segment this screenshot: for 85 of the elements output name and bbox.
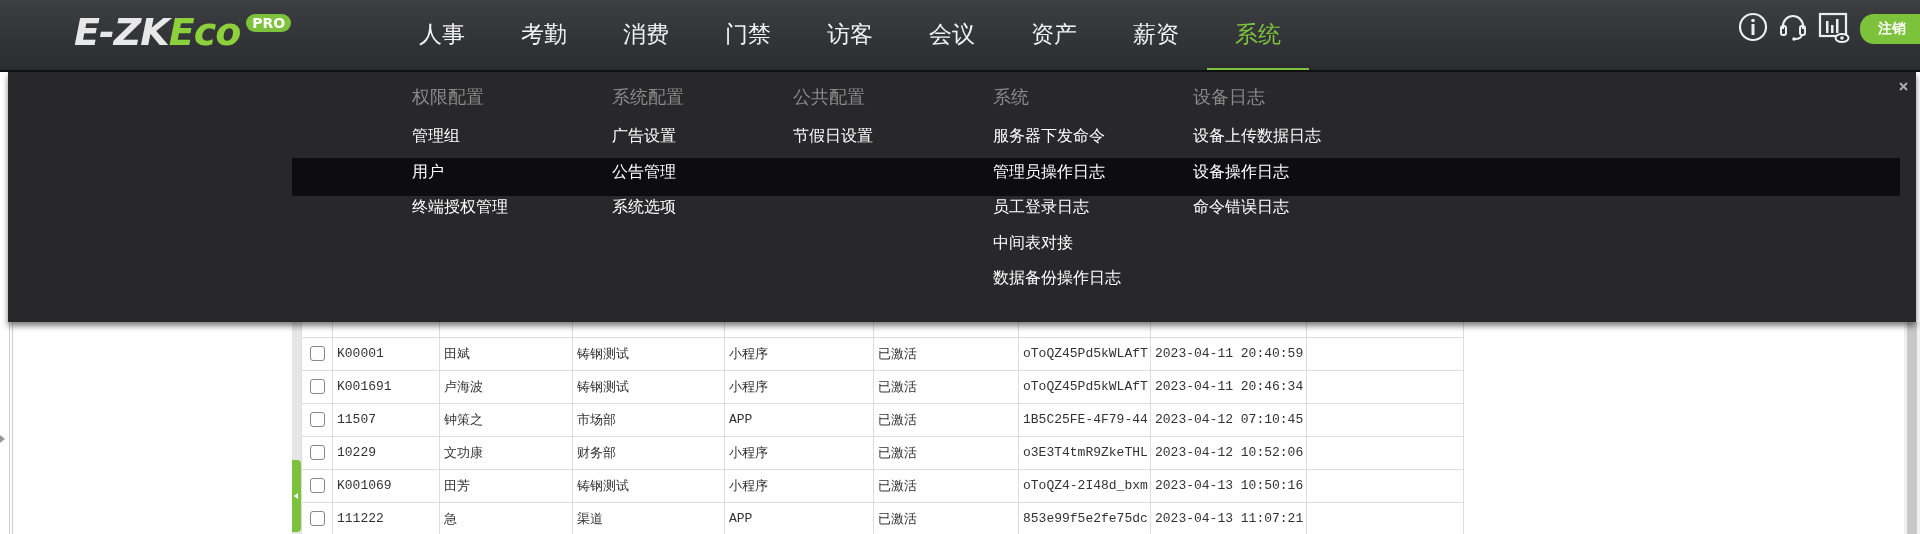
nav-tab[interactable]: 人事 xyxy=(391,0,493,70)
table-cell-text: 田斌 xyxy=(444,345,470,363)
table-cell: oToQZ45Pd5kWLAfT xyxy=(1023,379,1148,394)
nav-tab[interactable]: 访客 xyxy=(799,0,901,70)
menu-item[interactable]: 节假日设置 xyxy=(793,118,873,154)
nav-tab[interactable]: 门禁 xyxy=(697,0,799,70)
table-cell-text: 小程序 xyxy=(729,378,768,396)
table-cell-text: 铸钢测试 xyxy=(577,345,629,363)
table-cell: 111222 xyxy=(337,511,384,526)
table-cell: K001691 xyxy=(337,379,392,394)
table-cell-text: 卢海波 xyxy=(444,378,483,396)
row-checkbox[interactable] xyxy=(309,445,325,461)
table-cell: o3E3T4tmR9ZkeTHL xyxy=(1023,445,1148,460)
table-cell-text: 已激活 xyxy=(878,345,917,363)
close-icon[interactable] xyxy=(1899,82,1908,91)
table-cell: 2023-04-13 10:50:16 xyxy=(1155,478,1304,493)
nav-tab[interactable]: 考勤 xyxy=(493,0,595,70)
table-cell-text: 急 xyxy=(444,510,457,528)
row-checkbox[interactable] xyxy=(309,478,325,494)
table-cell-text: 小程序 xyxy=(729,444,768,462)
menu-group-title: 公共配置 xyxy=(793,86,865,107)
nav-tab[interactable]: 薪资 xyxy=(1105,0,1207,70)
nav-tab[interactable]: 系统 xyxy=(1207,0,1309,70)
table-cell-text: 已激活 xyxy=(878,510,917,528)
table-cell-text: 渠道 xyxy=(577,510,603,528)
nav-tab[interactable]: 资产 xyxy=(1003,0,1105,70)
row-checkbox[interactable] xyxy=(309,511,325,527)
row-checkbox[interactable] xyxy=(309,412,325,428)
table-cell-text: 铸钢测试 xyxy=(577,477,629,495)
menu-item[interactable]: 中间表对接 xyxy=(993,224,1073,260)
table-cell: 2023-04-12 07:10:45 xyxy=(1155,412,1304,427)
table-cell: oToQZ45Pd5kWLAfT xyxy=(1023,346,1148,361)
menu-item[interactable]: 设备操作日志 xyxy=(1193,153,1289,189)
menu-item[interactable]: 用户 xyxy=(412,153,444,189)
table-cell: 10229 xyxy=(337,445,376,460)
table-cell: 2023-04-13 11:07:21 xyxy=(1155,511,1304,526)
table-cell-text: 田芳 xyxy=(444,477,470,495)
table-cell-text: 财务部 xyxy=(577,444,616,462)
menu-item[interactable]: 广告设置 xyxy=(612,118,676,154)
monitor-eye-icon[interactable] xyxy=(1818,12,1850,44)
menu-item[interactable]: 系统选项 xyxy=(612,189,676,225)
table-cell: K00001 xyxy=(337,346,384,361)
headset-icon[interactable] xyxy=(1778,12,1808,42)
table-cell: 1B5C25FE-4F79-44 xyxy=(1023,412,1148,427)
menu-group-title: 设备日志 xyxy=(1193,86,1265,107)
menu-item[interactable]: 服务器下发命令 xyxy=(993,118,1105,154)
menu-group-title: 系统 xyxy=(993,86,1029,107)
menu-group-title: 系统配置 xyxy=(612,86,684,107)
table-cell-text: 钟策之 xyxy=(444,411,483,429)
table-cell-text: 文功康 xyxy=(444,444,483,462)
table-cell: 2023-04-11 20:46:34 xyxy=(1155,379,1304,394)
table-cell: 11507 xyxy=(337,412,376,427)
menu-group-title: 权限配置 xyxy=(412,86,484,107)
menu-item[interactable]: 管理员操作日志 xyxy=(993,153,1105,189)
collapse-handle[interactable] xyxy=(292,459,301,532)
table-cell-text: 市场部 xyxy=(577,411,616,429)
row-checkbox[interactable] xyxy=(309,379,325,395)
menu-item[interactable]: 员工登录日志 xyxy=(993,189,1089,225)
menu-item[interactable]: 设备上传数据日志 xyxy=(1193,118,1321,154)
table-cell-text: 已激活 xyxy=(878,477,917,495)
info-icon[interactable] xyxy=(1738,12,1768,42)
table-cell: 2023-04-12 10:52:06 xyxy=(1155,445,1304,460)
table-cell: K001069 xyxy=(337,478,392,493)
menu-item[interactable]: 数据备份操作日志 xyxy=(993,260,1121,296)
table-cell-text: 铸钢测试 xyxy=(577,378,629,396)
expand-arrow-icon[interactable] xyxy=(0,435,5,443)
table-cell-text: 已激活 xyxy=(878,444,917,462)
menu-item[interactable]: 公告管理 xyxy=(612,153,676,189)
table-cell: 2023-04-11 20:40:59 xyxy=(1155,346,1304,361)
table-cell: 853e99f5e2fe75dc xyxy=(1023,511,1148,526)
table-cell: oToQZ4-2I48d_bxm xyxy=(1023,478,1148,493)
nav-tab[interactable]: 会议 xyxy=(901,0,1003,70)
menu-item[interactable]: 终端授权管理 xyxy=(412,189,508,225)
table-cell: APP xyxy=(729,412,753,427)
row-checkbox[interactable] xyxy=(309,346,325,362)
table-cell-text: 已激活 xyxy=(878,411,917,429)
menu-item[interactable]: 管理组 xyxy=(412,118,460,154)
nav-tab[interactable]: 消费 xyxy=(595,0,697,70)
table-cell-text: 小程序 xyxy=(729,477,768,495)
scrollbar[interactable] xyxy=(1904,322,1920,534)
table-cell: APP xyxy=(729,511,753,526)
table-cell-text: 已激活 xyxy=(878,378,917,396)
table-cell-text: 小程序 xyxy=(729,345,768,363)
menu-item[interactable]: 命令错误日志 xyxy=(1193,189,1289,225)
logo: E-ZKEco PRO xyxy=(74,12,292,52)
